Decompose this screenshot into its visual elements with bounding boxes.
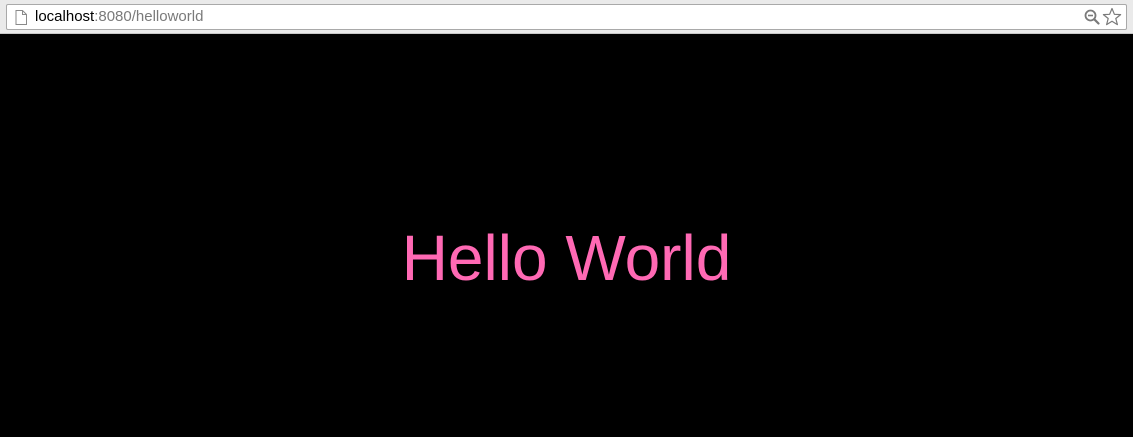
magnifier-minus-icon[interactable] (1084, 9, 1100, 25)
browser-toolbar: localhost:8080/helloworld (0, 0, 1133, 34)
page-content: Hello World (0, 34, 1133, 437)
address-bar[interactable]: localhost:8080/helloworld (6, 4, 1127, 30)
url-path: :8080/helloworld (94, 8, 204, 25)
page-icon (15, 10, 27, 25)
url-text[interactable]: localhost:8080/helloworld (35, 5, 203, 29)
star-icon[interactable] (1102, 7, 1122, 27)
url-host: localhost (35, 8, 95, 25)
hello-heading: Hello World (401, 222, 732, 294)
